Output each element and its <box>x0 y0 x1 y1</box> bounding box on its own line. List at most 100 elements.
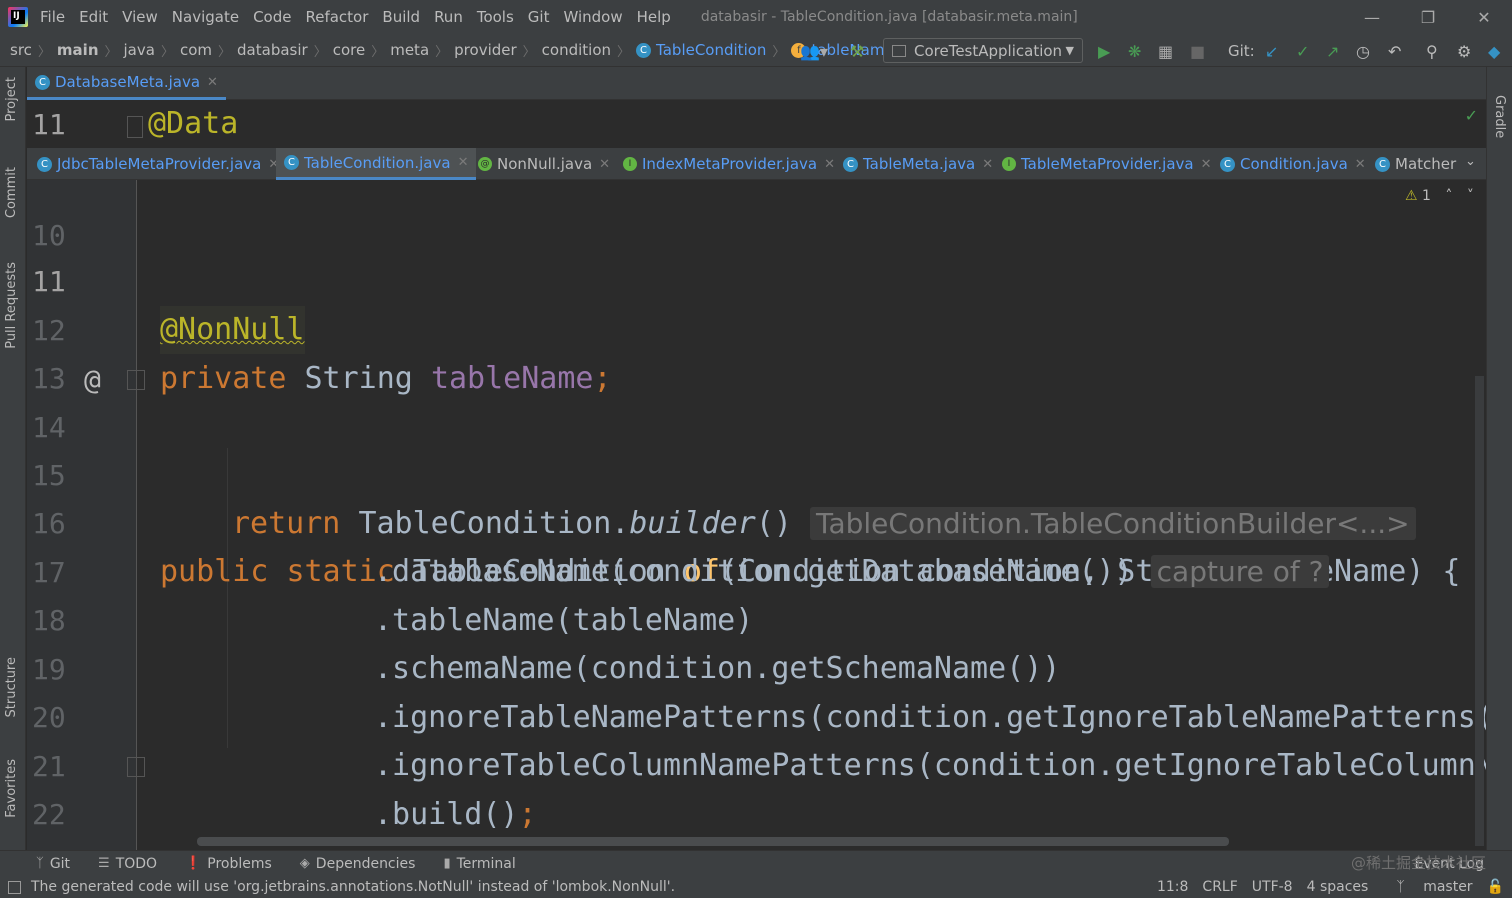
tool-label: Dependencies <box>315 855 416 872</box>
breadcrumb-src[interactable]: src <box>10 41 32 59</box>
tab-label: JdbcTableMetaProvider.java <box>57 155 262 173</box>
tab-nonnull[interactable]: @ NonNull.java ✕ <box>470 148 618 180</box>
user-icon[interactable]: 👥▾ <box>800 42 828 61</box>
breadcrumb-label: TableCondition <box>656 41 767 59</box>
close-icon[interactable]: ✕ <box>599 157 610 172</box>
override-at-icon[interactable]: @ <box>84 356 101 404</box>
cursor-position[interactable]: 11:8 <box>1157 879 1188 895</box>
breadcrumb-com[interactable]: com <box>180 41 212 59</box>
chevron-down-icon[interactable]: ⌄ <box>1465 154 1476 169</box>
menu-build[interactable]: Build <box>382 8 420 26</box>
close-icon[interactable]: ✕ <box>458 155 469 170</box>
tool-todo[interactable]: ☰ TODO <box>98 856 157 872</box>
breadcrumb-main[interactable]: main <box>57 41 99 59</box>
tab-tablemeta[interactable]: C TableMeta.java ✕ <box>835 148 1001 180</box>
stop-icon[interactable]: ■ <box>1190 42 1205 61</box>
menu-git[interactable]: Git <box>528 8 550 26</box>
plugin-icon[interactable]: ◆ <box>1488 42 1500 61</box>
menu-tools[interactable]: Tools <box>477 8 514 26</box>
breadcrumb-condition[interactable]: condition <box>542 41 611 59</box>
restore-icon[interactable]: ❐ <box>1400 0 1456 34</box>
tool-git[interactable]: ᛉ Git <box>36 856 70 872</box>
tab-condition[interactable]: C Condition.java ✕ <box>1212 148 1374 180</box>
coverage-icon[interactable]: ▦ <box>1158 42 1173 61</box>
git-commit-icon[interactable]: ✓ <box>1296 42 1309 61</box>
fold-icon[interactable] <box>127 116 143 138</box>
tab-indexmetaprovider[interactable]: I IndexMetaProvider.java ✕ <box>615 148 843 180</box>
editor-tabs-top: C DatabaseMeta.java ✕ <box>27 67 1486 100</box>
vertical-scrollbar[interactable] <box>1475 376 1484 846</box>
menu-bar: IJ File Edit View Navigate Code Refactor… <box>0 0 1512 34</box>
build-hammer-icon[interactable]: ⚒ <box>850 42 864 61</box>
tab-project[interactable]: Project <box>4 77 19 121</box>
run-icon[interactable]: ▶ <box>1098 42 1110 61</box>
tab-jdbctablemetaprovider[interactable]: C JdbcTableMetaProvider.java ✕ <box>29 148 287 180</box>
tool-label: Git <box>49 855 71 872</box>
tab-matcher[interactable]: C Matcher <box>1367 148 1464 180</box>
breadcrumb-core[interactable]: core <box>333 41 366 59</box>
close-icon[interactable]: ✕ <box>1456 0 1512 34</box>
line-number: 23 <box>32 840 72 850</box>
horizontal-scrollbar[interactable] <box>197 837 1229 846</box>
breadcrumb-table-condition[interactable]: C TableCondition <box>636 41 766 59</box>
tab-databasemeta[interactable]: C DatabaseMeta.java ✕ <box>27 67 226 100</box>
editor-pane-top[interactable]: 11 @Data ✓ <box>27 100 1486 150</box>
tab-tablecondition[interactable]: C TableCondition.java ✕ <box>276 148 477 180</box>
code-line: 19 .ignoreTableNamePatterns(condition.ge… <box>27 598 1486 735</box>
fold-icon[interactable] <box>127 370 145 390</box>
close-icon[interactable]: ✕ <box>1355 157 1366 172</box>
git-push-icon[interactable]: ↗ <box>1326 42 1339 61</box>
tab-pull-requests[interactable]: Pull Requests <box>4 262 19 349</box>
search-icon[interactable]: ⚲ <box>1426 42 1438 61</box>
run-configuration-select[interactable]: CoreTestApplication ▼ <box>883 38 1083 63</box>
tab-label: Condition.java <box>1240 155 1348 173</box>
breadcrumb-java[interactable]: java <box>124 41 155 59</box>
indent-setting[interactable]: 4 spaces <box>1307 879 1369 895</box>
menu-run[interactable]: Run <box>434 8 463 26</box>
tab-label: NonNull.java <box>497 155 593 173</box>
breadcrumb-separator-icon: 〉 <box>104 44 118 60</box>
lock-icon[interactable]: 🔓 <box>1487 879 1504 895</box>
menu-help[interactable]: Help <box>637 8 671 26</box>
menu-file[interactable]: File <box>40 8 65 26</box>
close-icon[interactable]: ✕ <box>1201 157 1212 172</box>
menu-edit[interactable]: Edit <box>79 8 108 26</box>
breadcrumb-provider[interactable]: provider <box>454 41 517 59</box>
tab-label: DatabaseMeta.java <box>55 73 201 91</box>
close-icon[interactable]: ✕ <box>982 157 993 172</box>
close-icon[interactable]: ✕ <box>824 157 835 172</box>
tab-favorites[interactable]: Favorites <box>4 759 19 818</box>
tool-terminal[interactable]: ▮ Terminal <box>443 856 515 872</box>
code-line: 13 <box>27 307 1486 395</box>
tab-commit[interactable]: Commit <box>4 167 19 218</box>
status-toggle-icon[interactable] <box>8 880 21 894</box>
rollback-icon[interactable]: ↶ <box>1388 42 1401 61</box>
tab-gradle[interactable]: Gradle <box>1492 95 1507 138</box>
menu-view[interactable]: View <box>122 8 158 26</box>
history-icon[interactable]: ◷ <box>1356 42 1370 61</box>
menu-window[interactable]: Window <box>563 8 622 26</box>
file-encoding[interactable]: UTF-8 <box>1252 879 1293 895</box>
debug-icon[interactable]: ❋ <box>1128 42 1141 61</box>
breadcrumb-databasir[interactable]: databasir <box>237 41 308 59</box>
menu-code[interactable]: Code <box>253 8 291 26</box>
gear-icon[interactable]: ⚙ <box>1457 42 1471 61</box>
fold-icon[interactable] <box>127 757 145 777</box>
check-icon: ✓ <box>1464 106 1478 125</box>
tool-problems[interactable]: ❗ Problems <box>185 856 272 872</box>
tab-label: TableMeta.java <box>863 155 976 173</box>
minimize-icon[interactable]: — <box>1344 0 1400 34</box>
code-editor[interactable]: ⚠ 1 ˄ ˅ 10 11 @NonNull 12 private String… <box>27 180 1486 850</box>
breadcrumb-meta[interactable]: meta <box>390 41 429 59</box>
git-update-icon[interactable]: ↙ <box>1265 42 1278 61</box>
tool-dependencies[interactable]: ◈ Dependencies <box>300 856 416 872</box>
tab-structure[interactable]: Structure <box>4 657 19 717</box>
menu-navigate[interactable]: Navigate <box>172 8 239 26</box>
tab-tablemetaprovider[interactable]: I TableMetaProvider.java ✕ <box>994 148 1220 180</box>
close-icon[interactable]: ✕ <box>207 75 218 90</box>
menu-refactor[interactable]: Refactor <box>305 8 368 26</box>
code-line: 21 .build(); <box>27 695 1486 832</box>
line-separator[interactable]: CRLF <box>1202 879 1237 895</box>
info-icon: ❗ <box>185 856 202 871</box>
git-branch[interactable]: ᛉ master <box>1382 879 1472 895</box>
